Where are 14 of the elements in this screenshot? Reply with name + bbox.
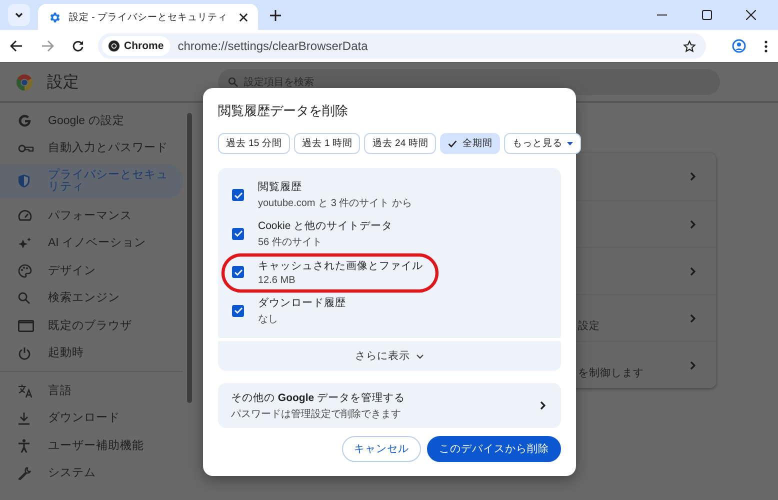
tab-title: 設定 - プライバシーとセキュリティ (69, 10, 228, 24)
link-detail: パスワードは管理設定で削除できます (231, 408, 402, 420)
url-text: chrome://settings/clearBrowserData (178, 39, 369, 53)
link-title: その他の Google データを管理する (231, 390, 406, 404)
dialog-title: 閲覧履歴データを削除 (218, 102, 349, 120)
option-title: キャッシュされた画像とファイル (258, 258, 423, 273)
option-detail: なし (258, 312, 279, 326)
option-title: 閲覧履歴 (258, 180, 303, 194)
option-title: ダウンロード履歴 (258, 296, 346, 310)
option-detail: youtube.com と 3 件のサイト から (258, 197, 412, 210)
page-title: 設定 (47, 72, 79, 92)
option-detail: 12.6 MB (258, 274, 296, 286)
option-title: Cookie と他のサイトデータ (258, 218, 393, 233)
option-detail: 56 件のサイト (258, 236, 323, 249)
